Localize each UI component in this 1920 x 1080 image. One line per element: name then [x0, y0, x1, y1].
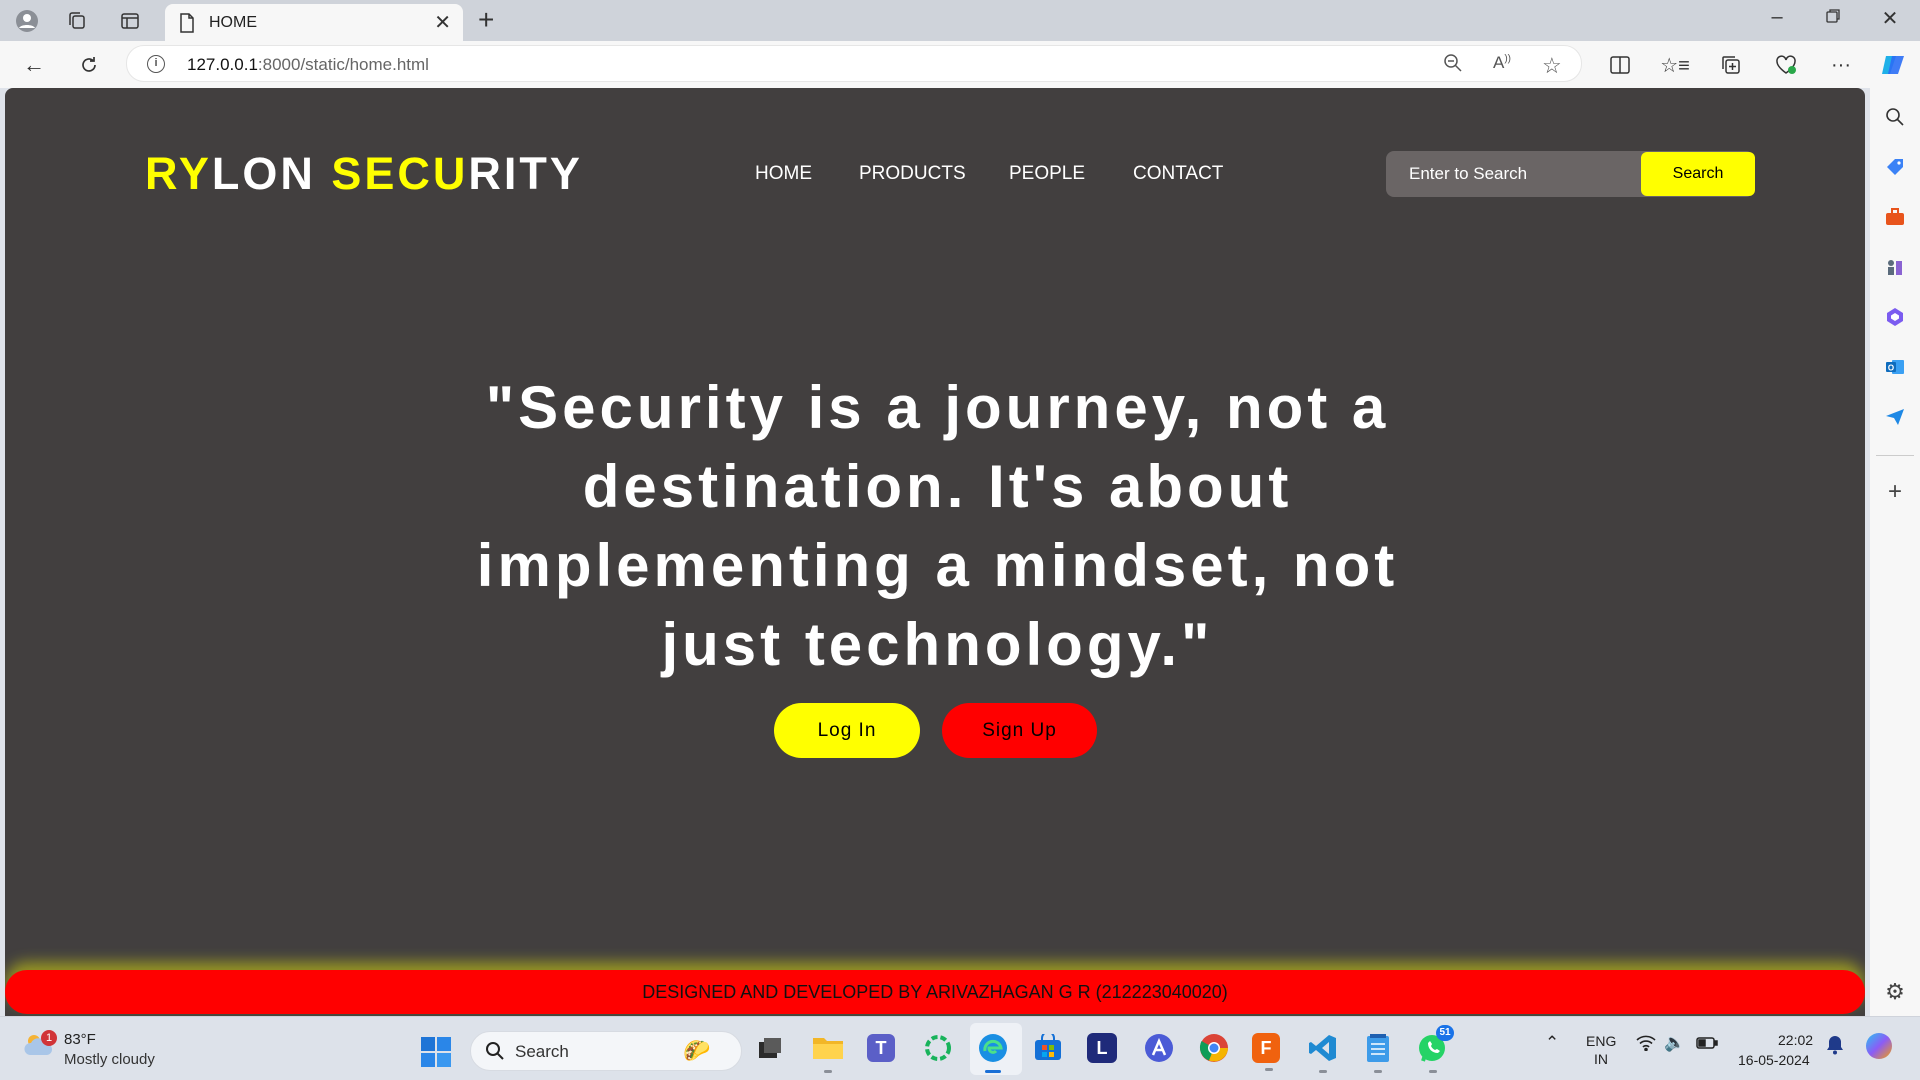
- search-input[interactable]: [1386, 151, 1636, 197]
- microsoft-365-icon[interactable]: [1883, 305, 1907, 329]
- teams-icon[interactable]: T: [867, 1034, 895, 1062]
- taskbar-search-label: Search: [515, 1042, 569, 1061]
- file-explorer-icon[interactable]: [811, 1031, 845, 1073]
- back-icon[interactable]: ←: [19, 50, 49, 80]
- copilot-taskbar-icon[interactable]: [1864, 1031, 1894, 1066]
- split-screen-icon[interactable]: [1605, 50, 1635, 80]
- show-hidden-icons-chevron-up-icon[interactable]: ⌃: [1545, 1033, 1559, 1053]
- footer-text: DESIGNED AND DEVELOPED BY ARIVAZHAGAN G …: [642, 981, 1228, 1002]
- close-tab-icon[interactable]: ✕: [434, 10, 451, 35]
- notification-bell-icon[interactable]: [1826, 1035, 1844, 1060]
- url-text: 127.0.0.1:8000/static/home.html: [187, 55, 429, 74]
- windows-start-icon[interactable]: [421, 1037, 451, 1067]
- favorites-icon[interactable]: ☆≡: [1660, 50, 1690, 80]
- running-indicator: [985, 1070, 1001, 1073]
- tab-home[interactable]: HOME ✕: [165, 4, 463, 41]
- nav-contact[interactable]: CONTACT: [1133, 163, 1223, 185]
- tab-title: HOME: [209, 14, 257, 31]
- web-page: RYLON SECURITY HOME PRODUCTS PEOPLE CONT…: [5, 88, 1865, 1016]
- weather-alert-badge: 1: [41, 1030, 57, 1046]
- weather-temperature[interactable]: 83°F: [64, 1031, 96, 1048]
- running-indicator: [1319, 1070, 1327, 1073]
- site-search: Search: [1386, 151, 1755, 197]
- site-info-icon[interactable]: i: [147, 55, 165, 73]
- whatsapp-unread-badge: 51: [1436, 1025, 1454, 1041]
- search-icon[interactable]: [1883, 105, 1907, 129]
- nav-people[interactable]: PEOPLE: [1009, 163, 1085, 185]
- settings-gear-icon[interactable]: ⚙: [1883, 979, 1907, 1004]
- nav-home[interactable]: HOME: [755, 163, 812, 185]
- taskbar-search[interactable]: Search 🌮: [470, 1031, 742, 1071]
- windows-taskbar: 1 83°F Mostly cloudy Search 🌮 T L F 51 ⌃…: [0, 1016, 1920, 1080]
- search-highlight-taco-icon: 🌮: [683, 1038, 711, 1063]
- read-aloud-icon[interactable]: A)): [1493, 53, 1511, 73]
- sidebar-divider: [1876, 455, 1914, 456]
- shopping-tag-icon[interactable]: [1883, 155, 1907, 179]
- green-ring-app-icon[interactable]: [921, 1031, 955, 1065]
- search-button[interactable]: Search: [1641, 152, 1755, 196]
- l-letter-app-icon[interactable]: L: [1087, 1033, 1117, 1063]
- vscode-icon[interactable]: [1306, 1031, 1340, 1073]
- svg-text:O: O: [1888, 364, 1894, 373]
- battery-icon[interactable]: [1696, 1035, 1718, 1055]
- notepad-icon[interactable]: [1361, 1031, 1395, 1073]
- login-button[interactable]: Log In: [774, 703, 920, 758]
- collections-icon[interactable]: [1716, 50, 1746, 80]
- browser-essentials-icon[interactable]: [1771, 50, 1801, 80]
- copilot-icon[interactable]: [1878, 50, 1908, 80]
- whatsapp-icon[interactable]: 51: [1416, 1025, 1454, 1073]
- signup-button[interactable]: Sign Up: [942, 703, 1097, 758]
- hero-quote: "Security is a journey, not a destinatio…: [476, 374, 1399, 678]
- weather-description[interactable]: Mostly cloudy: [64, 1051, 155, 1068]
- microsoft-store-icon[interactable]: [1031, 1031, 1065, 1065]
- workspaces-icon[interactable]: [64, 8, 90, 34]
- tab-actions-icon[interactable]: [117, 8, 143, 34]
- input-region[interactable]: IN: [1594, 1051, 1608, 1067]
- minimize-icon[interactable]: –: [1762, 6, 1792, 29]
- close-window-icon[interactable]: ✕: [1875, 6, 1905, 31]
- clock-time[interactable]: 22:02: [1778, 1032, 1813, 1048]
- running-indicator: [1429, 1070, 1437, 1073]
- edge-browser-icon[interactable]: [976, 1031, 1010, 1073]
- input-language[interactable]: ENG: [1586, 1033, 1616, 1049]
- address-bar: ← i 127.0.0.1:8000/static/home.html A)) …: [0, 41, 1920, 88]
- more-options-icon[interactable]: ···: [1826, 50, 1856, 80]
- edge-sidebar: O + ⚙: [1870, 88, 1920, 1016]
- new-tab-icon[interactable]: +: [478, 4, 494, 36]
- favorite-star-icon[interactable]: ☆: [1542, 53, 1562, 79]
- restore-icon[interactable]: [1818, 6, 1848, 29]
- zoom-out-icon[interactable]: [1443, 53, 1463, 78]
- search-glass-icon: [485, 1041, 505, 1066]
- add-icon[interactable]: +: [1883, 478, 1907, 505]
- nav-products[interactable]: PRODUCTS: [859, 163, 966, 185]
- wifi-icon[interactable]: [1636, 1035, 1656, 1056]
- chrome-icon[interactable]: [1197, 1031, 1231, 1065]
- send-icon[interactable]: [1883, 405, 1907, 429]
- task-view-icon[interactable]: [753, 1031, 787, 1065]
- running-indicator: [1374, 1070, 1382, 1073]
- url-field[interactable]: i 127.0.0.1:8000/static/home.html A)) ☆: [126, 45, 1582, 82]
- refresh-icon[interactable]: [74, 50, 104, 80]
- volume-icon[interactable]: 🔈: [1664, 1033, 1685, 1053]
- site-logo[interactable]: RYLON SECURITY: [145, 148, 583, 200]
- running-indicator: [824, 1070, 832, 1073]
- clock-date[interactable]: 16-05-2024: [1738, 1052, 1810, 1068]
- f-letter-app-icon[interactable]: F: [1252, 1033, 1280, 1071]
- running-indicator: [1265, 1068, 1273, 1071]
- footer-credit: DESIGNED AND DEVELOPED BY ARIVAZHAGAN G …: [5, 970, 1865, 1014]
- profile-icon[interactable]: [14, 8, 40, 34]
- outlook-icon[interactable]: O: [1883, 355, 1907, 379]
- games-icon[interactable]: [1883, 255, 1907, 279]
- tools-briefcase-icon[interactable]: [1883, 205, 1907, 229]
- browser-title-bar: HOME ✕ + – ✕: [0, 0, 1920, 41]
- triangle-app-icon[interactable]: [1142, 1031, 1176, 1065]
- page-icon: [179, 13, 195, 38]
